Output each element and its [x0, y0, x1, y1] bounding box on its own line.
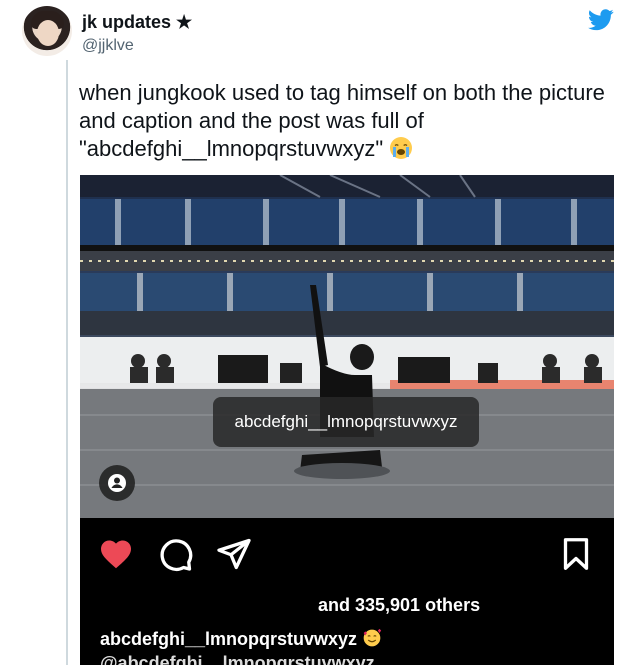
loudly-crying-face-icon [390, 137, 413, 159]
twitter-bird-icon[interactable] [588, 9, 614, 31]
share-icon[interactable] [216, 536, 252, 572]
caption-mention[interactable]: @abcdefghi__lmnopqrstuvwxyz [100, 653, 375, 665]
user-icon [108, 474, 126, 492]
tweet-text: when jungkook used to tag himself on bot… [79, 79, 619, 163]
post-photo: abcdefghi__lmnopqrstuvwxyz [80, 175, 614, 518]
stadium-scene [80, 175, 614, 518]
comment-icon[interactable] [158, 536, 194, 572]
post-action-bar [80, 518, 614, 588]
post-caption: abcdefghi__lmnopqrstuvwxyz [100, 628, 382, 650]
author-avatar[interactable] [22, 6, 72, 56]
bookmark-icon[interactable] [558, 536, 594, 572]
likes-count[interactable]: and 335,901 others [318, 595, 480, 616]
avatar-face [37, 20, 59, 46]
caption-username[interactable]: abcdefghi__lmnopqrstuvwxyz [100, 629, 357, 649]
tagged-users-button[interactable] [99, 465, 135, 501]
thread-line [66, 60, 68, 665]
tweet-text-body: when jungkook used to tag himself on bot… [79, 80, 605, 161]
smiling-face-with-hearts-icon [363, 628, 382, 647]
like-heart-icon[interactable] [98, 536, 134, 572]
instagram-post-screenshot[interactable]: abcdefghi__lmnopqrstuvwxyz and 335,901 o… [80, 175, 614, 665]
author-handle[interactable]: @jjklve [82, 37, 134, 55]
tweet-card: jk updates ★ @jjklve when jungkook used … [0, 0, 640, 665]
photo-user-tag[interactable]: abcdefghi__lmnopqrstuvwxyz [213, 397, 479, 447]
author-display-name[interactable]: jk updates ★ [82, 12, 192, 33]
